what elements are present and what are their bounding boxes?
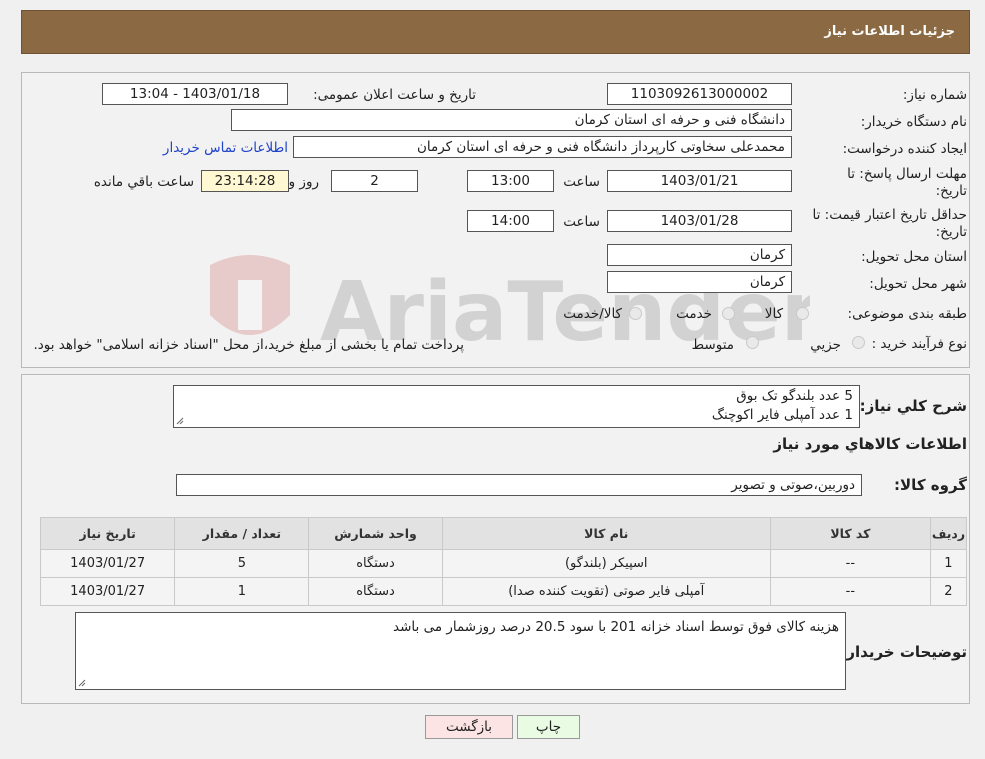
category-label: طبقه بندی موضوعی: [847, 306, 967, 322]
announce-field: 1403/01/18 - 13:04 [102, 83, 288, 105]
col-need-date: تاریخ نیاز [39, 517, 176, 550]
requester-label: ایجاد کننده درخواست: [842, 141, 967, 157]
validity-time-word: ساعت [563, 214, 600, 230]
resize-handle-icon[interactable] [176, 417, 184, 425]
province-field: کرمان [607, 244, 792, 266]
table-row: 1 -- اسپیکر (بلندگو) دستگاه 5 1403/01/27 [39, 549, 968, 578]
col-quantity: تعداد / مقدار [174, 517, 310, 550]
category-radio-goods[interactable] [796, 307, 809, 320]
need-number-field: 1103092613000002 [607, 83, 792, 105]
deadline-date-field: 1403/01/21 [607, 170, 792, 192]
goods-group-label: گروه کالا: [894, 476, 967, 494]
category-option-goods-service: کالا/خدمت [563, 306, 622, 322]
remaining-time-field: 23:14:28 [201, 170, 289, 192]
print-button[interactable]: چاپ [517, 715, 580, 739]
goods-group-field: دوربین،صوتی و تصویر [176, 474, 862, 496]
cell-row-number: 2 [929, 577, 968, 606]
validity-label-line1: حداقل تاریخ اعتبار قیمت: تا [812, 207, 967, 223]
deadline-time-word: ساعت [563, 174, 600, 190]
purchase-note: پرداخت تمام یا بخشی از مبلغ خرید،از محل … [33, 337, 464, 353]
buyer-notes-label: توضیحات خریدار: [840, 643, 967, 661]
category-option-service: خدمت [676, 306, 712, 322]
deadline-time-field: 13:00 [467, 170, 554, 192]
category-option-goods: کالا [764, 306, 783, 322]
cell-row-number: 1 [929, 549, 968, 578]
summary-line-2: 1 عدد آمپلی فایر اکوچنگ [711, 407, 853, 423]
cell-goods-code: -- [769, 577, 931, 606]
col-row-number: ردیف [929, 517, 968, 550]
page-title: جزئیات اطلاعات نیاز [824, 24, 955, 39]
buyer-org-field: دانشگاه فنی و حرفه ای استان کرمان [231, 109, 792, 131]
goods-table: ردیف کد کالا نام کالا واحد شمارش تعداد /… [39, 517, 968, 606]
back-button[interactable]: بازگشت [425, 715, 513, 739]
cell-unit: دستگاه [308, 549, 443, 578]
cell-need-date: 1403/01/27 [39, 549, 176, 578]
announce-label: تاریخ و ساعت اعلان عمومی: [313, 87, 476, 103]
purchase-option-medium: متوسط [691, 337, 734, 353]
buyer-notes-textarea[interactable]: هزینه کالای فوق توسط اسناد خزانه 201 با … [75, 612, 846, 690]
goods-section-title: اطلاعات کالاهاي مورد نياز [773, 435, 967, 453]
validity-label-line2: تاریخ: [935, 224, 967, 240]
summary-label: شرح کلي نياز: [859, 397, 967, 415]
goods-table-header: ردیف کد کالا نام کالا واحد شمارش تعداد /… [39, 517, 968, 550]
requester-field: محمدعلی سخاوتی کارپرداز دانشگاه فنی و حر… [293, 136, 792, 158]
validity-date-field: 1403/01/28 [607, 210, 792, 232]
cell-goods-name: آمپلی فایر صوتی (تقویت کننده صدا) [441, 577, 771, 606]
summary-line-1: 5 عدد بلندگو تک بوق [736, 388, 853, 404]
resize-handle-icon[interactable] [78, 679, 86, 687]
need-number-label: شماره نیاز: [902, 87, 967, 103]
purchase-option-minor: جزیي [810, 337, 841, 353]
deadline-label-line1: مهلت ارسال پاسخ: تا [847, 166, 967, 182]
buyer-contact-link[interactable]: اطلاعات تماس خریدار [163, 140, 288, 157]
city-label: شهر محل تحویل: [869, 276, 967, 292]
cell-need-date: 1403/01/27 [39, 577, 176, 606]
buyer-org-label: نام دستگاه خریدار: [860, 114, 967, 130]
purchase-radio-minor[interactable] [852, 336, 865, 349]
remaining-time-label: ساعت باقي مانده [93, 174, 194, 190]
purchase-type-label: نوع فرآیند خرید : [871, 336, 967, 352]
purchase-radio-medium[interactable] [746, 336, 759, 349]
deadline-label-line2: تاریخ: [935, 183, 967, 199]
cell-goods-code: -- [769, 549, 931, 578]
category-radio-service[interactable] [722, 307, 735, 320]
cell-quantity: 1 [174, 577, 310, 606]
col-goods-code: کد کالا [769, 517, 931, 550]
col-unit: واحد شمارش [308, 517, 443, 550]
table-row: 2 -- آمپلی فایر صوتی (تقویت کننده صدا) د… [39, 577, 968, 606]
col-goods-name: نام کالا [441, 517, 771, 550]
cell-unit: دستگاه [308, 577, 443, 606]
summary-textarea[interactable]: 5 عدد بلندگو تک بوق 1 عدد آمپلی فایر اکو… [173, 385, 860, 428]
city-field: کرمان [607, 271, 792, 293]
validity-time-field: 14:00 [467, 210, 554, 232]
days-word: روز و [288, 174, 319, 190]
days-remaining-field: 2 [331, 170, 418, 192]
buyer-notes-text: هزینه کالای فوق توسط اسناد خزانه 201 با … [393, 619, 839, 635]
category-radio-goods-service[interactable] [629, 307, 642, 320]
page-header: جزئیات اطلاعات نیاز [21, 10, 970, 54]
province-label: استان محل تحویل: [861, 249, 967, 265]
cell-quantity: 5 [174, 549, 310, 578]
cell-goods-name: اسپیکر (بلندگو) [441, 549, 771, 578]
